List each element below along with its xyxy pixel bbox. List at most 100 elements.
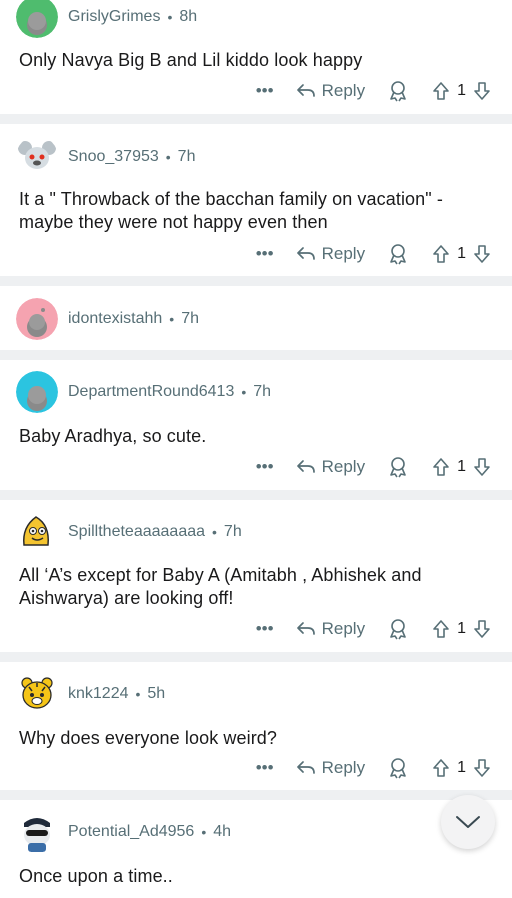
reply-button[interactable]: Reply xyxy=(296,758,365,778)
reply-button[interactable]: Reply xyxy=(296,619,365,639)
downvote-arrow-icon[interactable] xyxy=(472,244,492,264)
meta-separator: • xyxy=(165,149,171,165)
user-avatar[interactable] xyxy=(16,0,58,38)
more-options-button[interactable]: ••• xyxy=(254,758,276,778)
comment-body: It a " Throwback of the bacchan family o… xyxy=(19,189,443,232)
reply-arrow-icon xyxy=(296,622,315,635)
comment-divider xyxy=(0,276,512,286)
award-button[interactable] xyxy=(387,80,409,102)
vote-count: 1 xyxy=(457,759,466,776)
comment-body: Baby Aradhya, so cute. xyxy=(19,426,207,446)
upvote-arrow-icon[interactable] xyxy=(431,758,451,778)
chevron-down-icon xyxy=(456,816,480,828)
award-button[interactable] xyxy=(387,456,409,478)
comment-actions: ••• Reply 1 xyxy=(254,754,492,782)
vote-count: 1 xyxy=(457,458,466,475)
comment-divider xyxy=(0,790,512,800)
more-options-button[interactable]: ••• xyxy=(254,81,276,101)
meta-separator: • xyxy=(169,311,175,327)
timestamp: 7h xyxy=(181,310,199,327)
comment-body: Why does everyone look weird? xyxy=(19,728,278,748)
more-options-button[interactable]: ••• xyxy=(254,244,276,264)
comment-actions: ••• Reply 1 xyxy=(254,453,492,481)
comment-divider xyxy=(0,114,512,124)
username[interactable]: GrislyGrimes xyxy=(68,8,160,26)
award-icon xyxy=(390,81,406,102)
reply-button[interactable]: Reply xyxy=(296,457,365,477)
username[interactable]: DepartmentRound6413 xyxy=(68,383,234,401)
reply-button[interactable]: Reply xyxy=(296,81,365,101)
downvote-arrow-icon[interactable] xyxy=(472,81,492,101)
comment-divider xyxy=(0,490,512,500)
vote-controls: 1 xyxy=(431,457,492,477)
user-avatar[interactable] xyxy=(16,811,58,853)
username[interactable]: Spilltheteaaaaaaaa xyxy=(68,523,205,541)
user-avatar[interactable] xyxy=(16,298,58,340)
comment-3-collapsed[interactable]: idontexistahh • 7h xyxy=(0,286,512,350)
reply-label: Reply xyxy=(321,244,366,263)
downvote-arrow-icon[interactable] xyxy=(472,619,492,639)
downvote-arrow-icon[interactable] xyxy=(472,758,492,778)
reply-arrow-icon xyxy=(296,460,315,473)
comment-actions: ••• Reply 1 xyxy=(254,77,492,105)
vote-count: 1 xyxy=(457,245,466,262)
timestamp: 5h xyxy=(147,685,166,702)
vote-controls: 1 xyxy=(431,619,492,639)
comment-actions: ••• Reply 1 xyxy=(254,615,492,643)
meta-separator: • xyxy=(241,384,247,400)
comment-body: Once upon a time.. xyxy=(19,866,173,886)
comment-header: DepartmentRound6413 • 7h xyxy=(16,371,271,413)
comment-header: Spilltheteaaaaaaaa • 7h xyxy=(16,511,242,553)
reply-arrow-icon xyxy=(296,247,315,260)
comment-divider xyxy=(0,350,512,360)
vote-controls: 1 xyxy=(431,758,492,778)
more-options-button[interactable]: ••• xyxy=(254,457,276,477)
username[interactable]: Potential_Ad4956 xyxy=(68,823,194,841)
reply-arrow-icon xyxy=(296,84,315,97)
timestamp: 4h xyxy=(213,823,232,840)
reply-label: Reply xyxy=(321,457,366,476)
meta-separator: • xyxy=(167,9,173,25)
user-avatar[interactable] xyxy=(16,371,58,413)
award-icon xyxy=(390,244,406,265)
vote-controls: 1 xyxy=(431,244,492,264)
timestamp: 7h xyxy=(177,148,196,165)
user-avatar[interactable] xyxy=(16,511,58,553)
reply-button[interactable]: Reply xyxy=(296,244,365,264)
award-button[interactable] xyxy=(387,618,409,640)
reply-label: Reply xyxy=(321,619,366,638)
comment-1: GrislyGrimes • 8h Only Navya Big B and L… xyxy=(0,0,512,114)
comment-body: Only Navya Big B and Lil kiddo look happ… xyxy=(19,50,363,70)
reply-label: Reply xyxy=(321,81,366,100)
timestamp: 8h xyxy=(179,8,198,25)
award-icon xyxy=(390,619,406,640)
username[interactable]: Snoo_37953 xyxy=(68,148,159,166)
comment-header: Snoo_37953 • 7h xyxy=(16,136,195,178)
timestamp: 7h xyxy=(253,383,272,400)
vote-controls: 1 xyxy=(431,81,492,101)
comment-header: Potential_Ad4956 • 4h xyxy=(16,811,231,853)
scroll-next-button[interactable] xyxy=(441,795,495,849)
comment-7: Potential_Ad4956 • 4h Once upon a time.. xyxy=(0,800,512,898)
comment-divider xyxy=(0,652,512,662)
award-icon xyxy=(390,457,406,478)
upvote-arrow-icon[interactable] xyxy=(431,81,451,101)
downvote-arrow-icon[interactable] xyxy=(472,457,492,477)
reply-arrow-icon xyxy=(296,761,315,774)
award-button[interactable] xyxy=(387,757,409,779)
comment-6: knk1224 • 5h Why does everyone look weir… xyxy=(0,662,512,790)
comment-5: Spilltheteaaaaaaaa • 7h All ‘A’s except … xyxy=(0,500,512,652)
upvote-arrow-icon[interactable] xyxy=(431,244,451,264)
upvote-arrow-icon[interactable] xyxy=(431,619,451,639)
comment-actions: ••• Reply 1 xyxy=(254,240,492,268)
award-button[interactable] xyxy=(387,243,409,265)
user-avatar[interactable] xyxy=(16,136,58,178)
meta-separator: • xyxy=(201,824,207,840)
username[interactable]: idontexistahh xyxy=(68,310,162,328)
more-options-button[interactable]: ••• xyxy=(254,619,276,639)
meta-separator: • xyxy=(135,686,141,702)
meta-separator: • xyxy=(212,524,217,540)
username[interactable]: knk1224 xyxy=(68,685,129,703)
user-avatar[interactable] xyxy=(16,673,58,715)
upvote-arrow-icon[interactable] xyxy=(431,457,451,477)
